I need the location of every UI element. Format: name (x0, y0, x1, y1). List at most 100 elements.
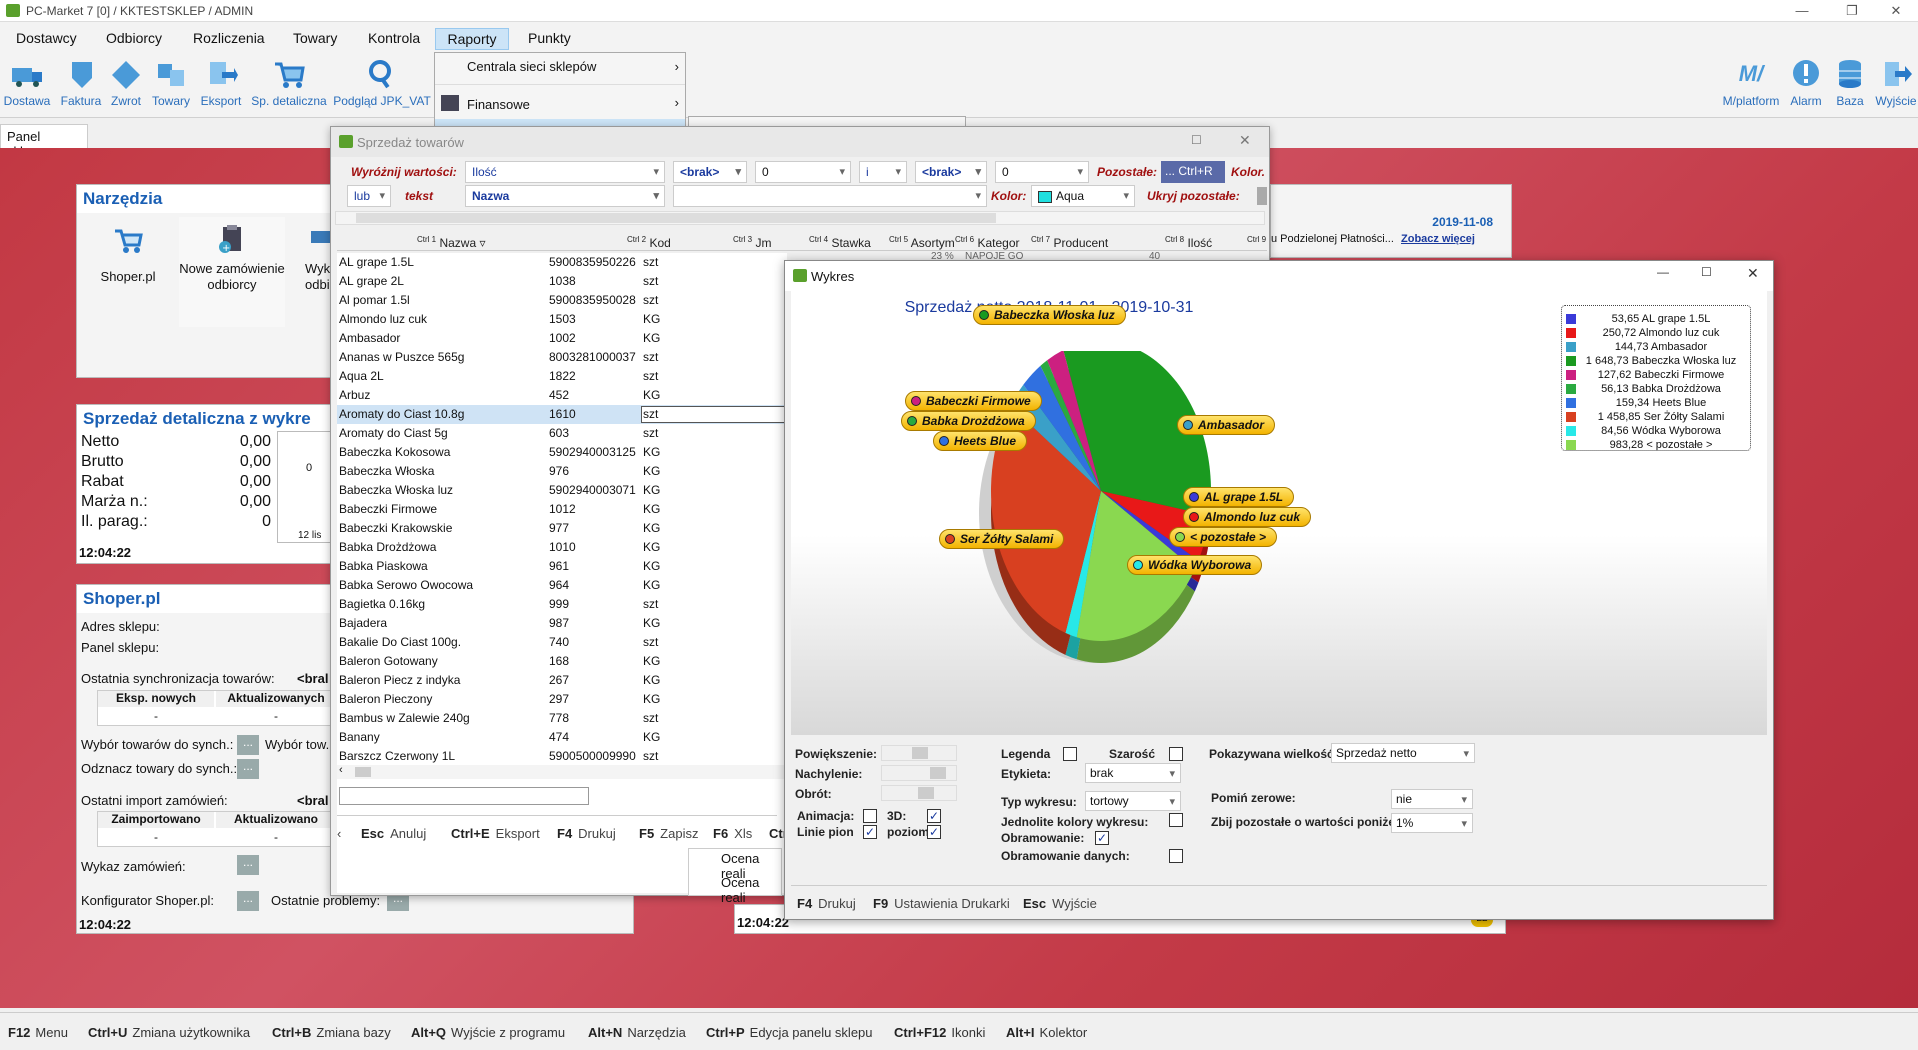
table-row[interactable]: Babka Piaskowa 961 KG (337, 557, 787, 576)
toolbar-mplatform[interactable]: M/M/platform (1718, 58, 1784, 108)
linie-pion-checkbox[interactable]: ✓ (863, 825, 877, 839)
key-ctrlf12-ikonki[interactable]: Ctrl+F12 Ikonki (894, 1025, 985, 1040)
table-row[interactable]: Barszcz Czerwony 1L 5900500009990 szt (337, 747, 787, 766)
toolbar-wyjscie[interactable]: Wyjście (1874, 58, 1918, 108)
toolbar-faktura[interactable]: Faktura (56, 58, 106, 108)
key-esc-anuluj[interactable]: Esc Anuluj (361, 826, 426, 841)
table-hscroll[interactable]: ‹ (337, 764, 787, 779)
jednolite-checkbox[interactable] (1169, 813, 1183, 827)
shoper-tool[interactable]: Shoper.pl (89, 217, 167, 327)
szarosc-checkbox[interactable] (1169, 747, 1183, 761)
kolor-select[interactable]: Aqua (1031, 185, 1135, 207)
key-ctrle-eksport[interactable]: Ctrl+E Eksport (451, 826, 540, 841)
table-row[interactable]: AL grape 2L 1038 szt (337, 272, 787, 291)
table-row[interactable]: Aromaty do Ciast 5g 603 szt (337, 424, 787, 443)
maximize-button[interactable]: ☐ (1191, 133, 1202, 147)
minimize-button[interactable]: — (1657, 265, 1669, 279)
key-f5-zapisz[interactable]: F5 Zapisz (639, 826, 698, 841)
close-button[interactable]: ✕ (1239, 132, 1251, 149)
key-f9-ustawienia[interactable]: F9 Ustawienia Drukarki (873, 896, 1010, 911)
logic-select[interactable]: i (859, 161, 907, 183)
table-row[interactable]: AL grape 1.5L 5900835950226 szt (337, 253, 787, 272)
maximize-button[interactable]: ☐ (1701, 265, 1712, 279)
key-f12-menu[interactable]: F12 Menu (8, 1025, 68, 1040)
animacja-checkbox[interactable] (863, 809, 877, 823)
key-f4-drukuj[interactable]: F4 Drukuj (557, 826, 616, 841)
toolbar-alarm[interactable]: Alarm (1786, 58, 1826, 108)
chevron-left-icon[interactable]: ‹ (337, 826, 341, 841)
konfigurator-button[interactable]: ... (237, 891, 259, 911)
table-row[interactable]: Ambasador 1002 KG (337, 329, 787, 348)
table-row[interactable]: Babeczka Włoska 976 KG (337, 462, 787, 481)
table-row[interactable]: Babeczka Kokosowa 5902940003125 KG (337, 443, 787, 462)
toolbar-sp-detaliczna[interactable]: Sp. detaliczna (248, 58, 330, 108)
col-producent[interactable]: Ctrl 7 Producent (1031, 229, 1108, 251)
tab-panel-sklepu[interactable]: Panel sklepu (0, 124, 88, 159)
key-esc-wyjscie[interactable]: Esc Wyjście (1023, 896, 1097, 911)
close-button[interactable]: ✕ (1874, 0, 1918, 22)
table-row[interactable]: Arbuz 452 KG (337, 386, 787, 405)
table-row[interactable]: Baleron Gotowany 168 KG (337, 652, 787, 671)
wybor-towarow-button[interactable]: ... (237, 735, 259, 755)
col-kod[interactable]: Ctrl 2 Kod (627, 229, 671, 251)
powiekszenie-slider[interactable] (881, 745, 957, 761)
slider-thumb[interactable] (918, 787, 934, 799)
obramowanie-danych-checkbox[interactable] (1169, 849, 1183, 863)
zobacz-wiecej-link[interactable]: Zobacz więcej (1401, 233, 1475, 245)
value2-input[interactable]: 0 (995, 161, 1089, 183)
odznacz-towary-button[interactable]: ... (237, 759, 259, 779)
menu-rozliczenia[interactable]: Rozliczenia (185, 28, 273, 50)
legenda-checkbox[interactable] (1063, 747, 1077, 761)
key-altq-wyjscie[interactable]: Alt+Q Wyjście z programu (411, 1025, 565, 1040)
table-row[interactable]: Bajadera 987 KG (337, 614, 787, 633)
toolbar-zwrot[interactable]: Zwrot (106, 58, 146, 108)
obrot-slider[interactable] (881, 785, 957, 801)
table-row[interactable]: Bagietka 0.16kg 999 szt (337, 595, 787, 614)
slider-thumb[interactable] (930, 767, 946, 779)
key-alti-kolektor[interactable]: Alt+I Kolektor (1006, 1025, 1087, 1040)
col-nazwa[interactable]: Ctrl 1 Nazwa ▿ (417, 229, 507, 251)
col-jm[interactable]: Ctrl 3 Jm (733, 229, 771, 251)
nachylenie-slider[interactable] (881, 765, 957, 781)
menu-towary[interactable]: Towary (285, 28, 345, 50)
search-input[interactable] (339, 787, 589, 805)
table-row[interactable]: Babka Serowo Owocowa 964 KG (337, 576, 787, 595)
menu-dostawcy[interactable]: Dostawcy (8, 28, 85, 50)
col-asortym[interactable]: Ctrl 5 Asortym (889, 229, 955, 251)
condition2-select[interactable]: <brak> (915, 161, 987, 183)
table-row[interactable]: Baleron Piecz z indyka 267 KG (337, 671, 787, 690)
scrollbar-thumb[interactable] (356, 213, 996, 223)
table-row[interactable]: Banany 474 KG (337, 728, 787, 747)
menu-raporty[interactable]: Raporty (435, 28, 509, 50)
tekst-field-select[interactable]: Nazwa (465, 185, 665, 207)
3d-checkbox[interactable]: ✓ (927, 809, 941, 823)
pozostale-button[interactable]: ... Ctrl+R (1161, 161, 1225, 183)
lub-select[interactable]: lub (347, 185, 391, 207)
maximize-button[interactable]: ❐ (1830, 0, 1874, 22)
horizontal-scrollbar[interactable] (335, 211, 1265, 225)
poziom-checkbox[interactable]: ✓ (927, 825, 941, 839)
table-row[interactable]: Aromaty do Ciast 10.8g 1610 szt (337, 405, 787, 424)
selected-cell[interactable] (641, 406, 787, 423)
toolbar-baza[interactable]: Baza (1830, 58, 1870, 108)
wykaz-zamowien-button[interactable]: ... (237, 855, 259, 875)
col-9[interactable]: Ctrl 9 (1247, 229, 1266, 251)
key-ctrlp-edycja[interactable]: Ctrl+P Edycja panelu sklepu (706, 1025, 873, 1040)
table-row[interactable]: Ananas w Puszce 565g 8003281000037 szt (337, 348, 787, 367)
table-row[interactable]: Babeczka Włoska luz 5902940003071 KG (337, 481, 787, 500)
pokazywana-wielkosc-select[interactable]: Sprzedaż netto (1331, 743, 1475, 763)
typ-wykresu-select[interactable]: tortowy (1085, 791, 1181, 811)
wyroznij-field-select[interactable]: Ilość (465, 161, 665, 183)
minimize-button[interactable]: — (1780, 0, 1824, 22)
table-row[interactable]: Aqua 2L 1822 szt (337, 367, 787, 386)
menu-item-centrala[interactable]: Centrala sieci sklepów › (435, 53, 685, 85)
nowe-zamowienie-tool[interactable]: + Nowe zamówienie odbiorcy (179, 217, 285, 327)
slider-thumb[interactable] (912, 747, 928, 759)
key-f4-drukuj[interactable]: F4 Drukuj (797, 896, 856, 911)
table-row[interactable]: Baleron Pieczony 297 KG (337, 690, 787, 709)
toolbar-towary[interactable]: Towary (148, 58, 194, 108)
table-row[interactable]: Bambus w Zalewie 240g 778 szt (337, 709, 787, 728)
table-row[interactable]: Almondo luz cuk 1503 KG (337, 310, 787, 329)
menu-punkty[interactable]: Punkty (520, 28, 579, 50)
toolbar-eksport[interactable]: Eksport (196, 58, 246, 108)
